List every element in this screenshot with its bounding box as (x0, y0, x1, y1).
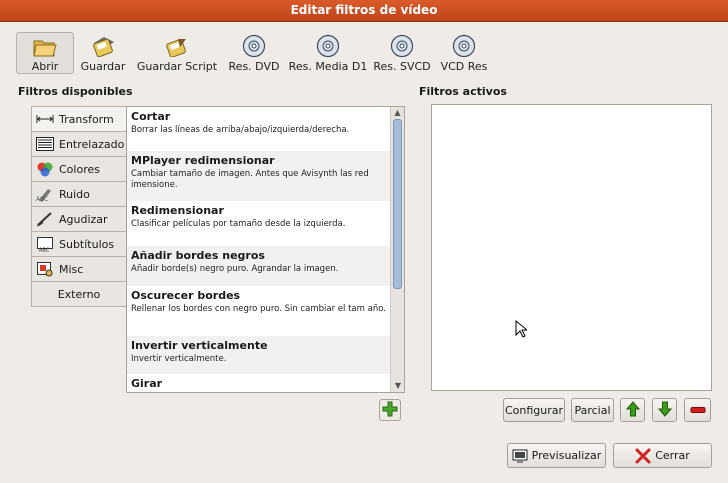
filter-desc: Cambiar tamaño de imagen. Antes que Avis… (131, 169, 369, 190)
list-item[interactable]: Cortar Borrar las líneas de arriba/abajo… (127, 107, 391, 151)
available-filters-title: Filtros disponibles (18, 85, 133, 98)
folder-open-icon (31, 35, 59, 58)
filter-desc: Rellenar los bordes con negro puro. Sin … (131, 304, 386, 314)
filter-desc: Añadir borde(s) negro puro. Agrandar la … (131, 264, 339, 274)
save-script-icon (163, 34, 191, 58)
svg-text:ASC: ASC (36, 196, 48, 202)
tab-label: Agudizar (59, 212, 108, 226)
filter-name: Girar (131, 377, 163, 390)
tab-sharpen[interactable]: Agudizar (31, 206, 126, 232)
save-script-button[interactable]: Guardar Script (132, 32, 222, 74)
plus-icon (382, 401, 398, 420)
colors-icon (35, 161, 55, 177)
tab-label: Externo (57, 287, 101, 301)
tab-label: Subtítulos (59, 237, 115, 251)
misc-icon (35, 261, 55, 277)
scroll-down-icon[interactable]: ▼ (391, 380, 404, 392)
preview-icon (512, 449, 528, 463)
preview-button[interactable]: Previsualizar (507, 443, 606, 468)
window-title: Editar filtros de vídeo (0, 0, 728, 22)
configure-button[interactable]: Configurar (503, 398, 565, 422)
res-dvd-button[interactable]: Res. DVD (222, 32, 286, 74)
tab-label: Entrelazado (59, 137, 125, 151)
interlace-icon (35, 136, 55, 152)
available-filters-list[interactable]: Cortar Borrar las líneas de arriba/abajo… (126, 106, 405, 393)
category-tabs: Transform Entrelazado Colores ASC Ruido … (31, 106, 126, 307)
tab-label: Colores (59, 162, 100, 176)
sharpen-icon (35, 211, 55, 227)
preview-label: Previsualizar (531, 449, 602, 462)
tab-colors[interactable]: Colores (31, 156, 126, 182)
add-filter-button[interactable] (379, 399, 401, 421)
arrow-down-icon (657, 401, 672, 420)
noise-icon: ASC (35, 186, 55, 202)
scroll-up-icon[interactable]: ▲ (391, 107, 404, 119)
close-button[interactable]: Cerrar (613, 443, 712, 468)
configure-label: Configurar (504, 403, 564, 417)
subtitles-icon: ABC (35, 236, 55, 252)
open-button[interactable]: Abrir (16, 32, 74, 74)
vcd-res-button[interactable]: VCD Res (434, 32, 494, 74)
partial-label: Parcial (574, 403, 611, 417)
active-filters-list[interactable] (431, 104, 712, 391)
filter-list: Cortar Borrar las líneas de arriba/abajo… (127, 107, 391, 392)
tab-label: Ruido (59, 187, 90, 201)
open-label: Abrir (31, 60, 59, 73)
list-item[interactable]: Oscurecer bordes Rellenar los bordes con… (127, 286, 391, 336)
list-item[interactable]: Redimensionar Clasificar películas por t… (127, 201, 391, 246)
vcd-res-label: VCD Res (440, 60, 488, 73)
tab-misc[interactable]: Misc (31, 256, 126, 282)
filter-name: Añadir bordes negros (131, 249, 265, 262)
scroll-thumb[interactable] (393, 119, 402, 289)
vertical-scrollbar[interactable]: ▲ ▼ (390, 107, 404, 392)
filter-desc: Invertir verticalmente. (131, 354, 227, 364)
res-svcd-label: Res. SVCD (373, 60, 431, 73)
filter-name: Invertir verticalmente (131, 339, 268, 352)
mouse-cursor-icon (515, 319, 529, 341)
filter-name: Redimensionar (131, 204, 224, 217)
tab-transform[interactable]: Transform (31, 106, 126, 132)
disc-icon (388, 34, 416, 58)
tab-label: Misc (59, 262, 84, 276)
save-script-label: Guardar Script (136, 60, 218, 73)
disc-icon (240, 34, 268, 58)
filter-name: MPlayer redimensionar (131, 154, 275, 167)
tab-label: Transform (59, 112, 114, 126)
filter-desc: Clasificar películas por tamaño desde la… (131, 219, 346, 229)
move-down-button[interactable] (652, 398, 677, 422)
save-label: Guardar (80, 60, 126, 73)
save-icon (89, 34, 117, 58)
filter-name: Cortar (131, 110, 171, 123)
filter-desc: Borrar las líneas de arriba/abajo/izquie… (131, 125, 350, 135)
minus-icon (690, 404, 706, 417)
list-item[interactable]: Girar (127, 374, 391, 392)
partial-button[interactable]: Parcial (571, 398, 614, 422)
save-button[interactable]: Guardar (74, 32, 132, 74)
tab-noise[interactable]: ASC Ruido (31, 181, 126, 207)
remove-filter-button[interactable] (684, 398, 711, 422)
res-dvd-label: Res. DVD (228, 60, 280, 73)
move-up-button[interactable] (620, 398, 645, 422)
disc-icon (450, 34, 478, 58)
filter-name: Oscurecer bordes (131, 289, 241, 302)
list-item[interactable]: Añadir bordes negros Añadir borde(s) neg… (127, 246, 391, 286)
transform-icon (35, 111, 55, 127)
arrow-up-icon (625, 400, 640, 420)
toolbar: Abrir Guardar Guardar Script Res. DVD Re… (16, 32, 494, 74)
close-icon (635, 448, 651, 464)
tab-subtitles[interactable]: ABC Subtítulos (31, 231, 126, 257)
svg-text:ABC: ABC (39, 248, 50, 253)
tab-external[interactable]: Externo (31, 281, 126, 307)
list-item[interactable]: MPlayer redimensionar Cambiar tamaño de … (127, 151, 391, 201)
active-filters-title: Filtros activos (419, 85, 507, 98)
close-label: Cerrar (655, 449, 690, 462)
res-svcd-button[interactable]: Res. SVCD (370, 32, 434, 74)
list-item[interactable]: Invertir verticalmente Invertir vertical… (127, 336, 391, 374)
tab-interlace[interactable]: Entrelazado (31, 131, 126, 157)
disc-icon (314, 34, 342, 58)
res-media-d1-button[interactable]: Res. Media D1 (286, 32, 370, 74)
res-media-d1-label: Res. Media D1 (288, 60, 368, 73)
